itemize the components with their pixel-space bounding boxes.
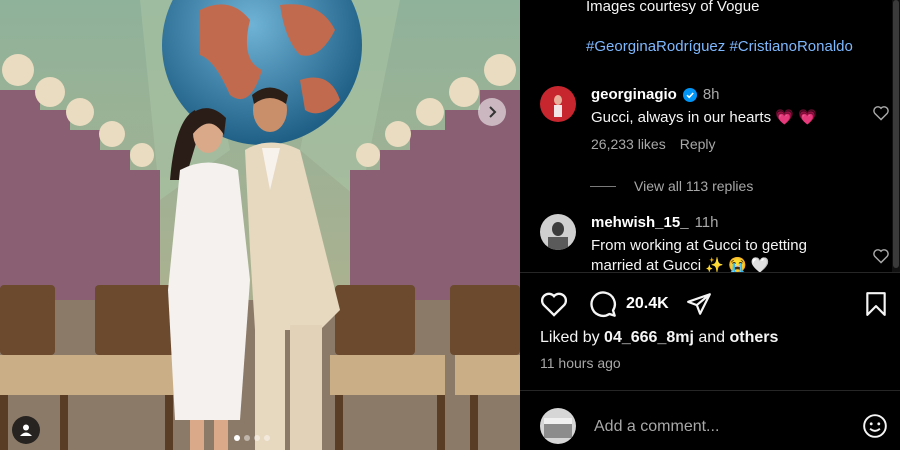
divider	[520, 390, 900, 391]
user-icon	[20, 424, 32, 436]
comment-item: mehwish_15_ 11h From working at Gucci to…	[540, 214, 890, 272]
next-slide-button[interactable]	[478, 98, 506, 126]
bookmark-icon[interactable]	[864, 291, 888, 317]
hashtag-link[interactable]: #CristianoRonaldo	[729, 38, 852, 55]
liked-by-conjunction: and	[698, 329, 726, 346]
comment-item: georginagio 8h Gucci, always in our hear…	[540, 86, 890, 166]
caption-hashtags: #GeorginaRodríguez #CristianoRonaldo	[586, 38, 853, 55]
comment-username[interactable]: georginagio	[591, 86, 677, 103]
comment-header: georginagio 8h	[591, 86, 720, 103]
scrollbar-thumb[interactable]	[893, 0, 899, 268]
carousel-dot	[244, 435, 250, 441]
add-comment-input[interactable]	[592, 414, 836, 440]
comment-username[interactable]: mehwish_15_	[591, 214, 689, 231]
avatar[interactable]	[540, 214, 576, 250]
carousel-dot	[254, 435, 260, 441]
share-icon[interactable]	[685, 291, 713, 317]
comments-scrollbar[interactable]	[892, 0, 900, 272]
comment-text: Gucci, always in our hearts 💗 💗	[591, 109, 817, 126]
view-replies-button[interactable]: View all 113 replies	[590, 178, 753, 194]
heart-icon[interactable]	[872, 248, 890, 264]
post-timestamp[interactable]: 11 hours ago	[540, 355, 621, 371]
heart-icon[interactable]	[872, 105, 890, 121]
verified-badge-icon	[682, 87, 697, 102]
post-actions: 20.4K	[540, 290, 713, 318]
tagged-users-button[interactable]	[12, 416, 40, 444]
carousel-dot	[234, 435, 240, 441]
liked-by-user[interactable]: 04_666_8mj	[604, 329, 694, 346]
reply-button[interactable]: Reply	[680, 136, 716, 152]
caption-credit: Images courtesy of Vogue	[586, 0, 760, 15]
comment-time: 8h	[702, 86, 720, 103]
avatar	[540, 408, 576, 444]
replies-divider	[590, 185, 616, 187]
liked-by-others[interactable]: others	[730, 329, 779, 346]
emoji-icon[interactable]	[862, 413, 888, 439]
view-replies-label: View all 113 replies	[634, 178, 754, 194]
post-photo[interactable]	[0, 0, 520, 450]
comment-count[interactable]: 20.4K	[626, 295, 669, 313]
comment-time: 11h	[694, 214, 719, 231]
comment-header: mehwish_15_ 11h	[591, 214, 718, 231]
avatar[interactable]	[540, 86, 576, 122]
comment-text: From working at Gucci to getting married…	[591, 237, 807, 272]
comment-meta: 26,233 likes Reply	[591, 136, 716, 152]
chevron-right-icon	[489, 106, 497, 118]
liked-by: Liked by 04_666_8mj and others	[540, 329, 778, 347]
hashtag-link[interactable]: #GeorginaRodríguez	[586, 38, 725, 55]
heart-icon[interactable]	[540, 291, 568, 317]
liked-by-prefix: Liked by	[540, 329, 600, 346]
comment-icon[interactable]	[588, 290, 618, 318]
photo-image	[0, 0, 520, 450]
comments-section[interactable]: Images courtesy of Vogue #GeorginaRodríg…	[520, 0, 892, 272]
add-comment-bar	[540, 408, 890, 444]
carousel-dot	[264, 435, 270, 441]
post-details-panel: Images courtesy of Vogue #GeorginaRodríg…	[520, 0, 900, 450]
carousel-indicator	[234, 435, 270, 441]
divider	[520, 272, 900, 273]
comment-likes[interactable]: 26,233 likes	[591, 136, 666, 152]
